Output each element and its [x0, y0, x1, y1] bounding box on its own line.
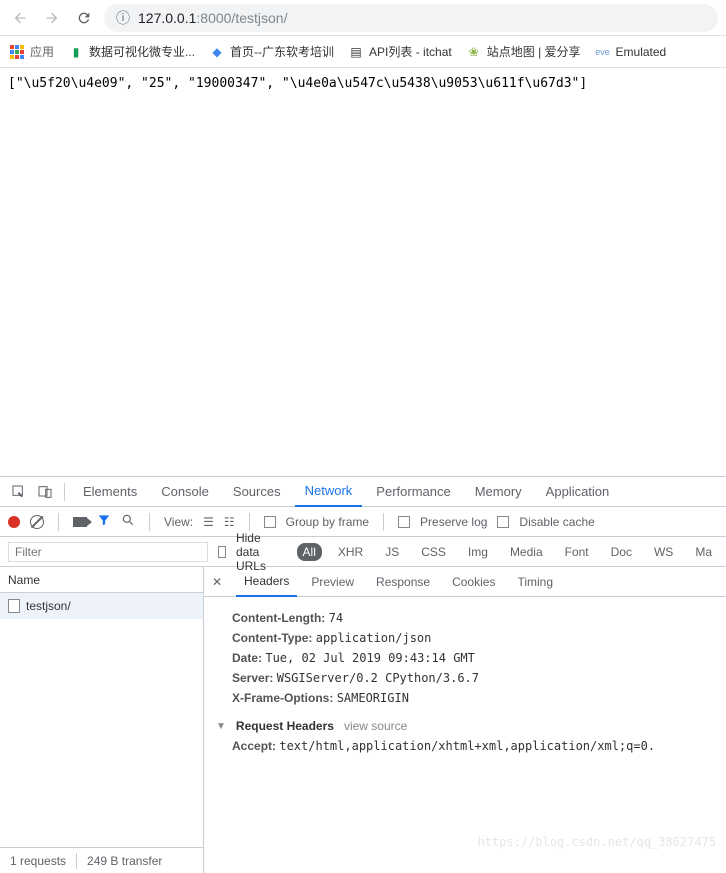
filter-img[interactable]: Img	[462, 543, 494, 561]
url-bar[interactable]: ⓘ 127.0.0.1:8000/testjson/	[104, 4, 718, 32]
header-row: Content-Type: application/json	[232, 631, 714, 645]
requests-panel: Name testjson/ 1 requests 249 B transfer	[0, 567, 204, 873]
tab-preview[interactable]: Preview	[303, 567, 362, 597]
bookmark-icon: ◆	[209, 44, 225, 60]
filter-icon[interactable]	[97, 513, 111, 530]
bookmark-item[interactable]: ❀站点地图 | 爱分享	[466, 43, 581, 60]
header-row: X-Frame-Options: SAMEORIGIN	[232, 691, 714, 705]
tab-timing[interactable]: Timing	[509, 567, 561, 597]
search-icon[interactable]	[121, 513, 135, 530]
filter-all[interactable]: All	[297, 543, 322, 561]
disable-label: Disable cache	[519, 515, 594, 529]
filter-media[interactable]: Media	[504, 543, 549, 561]
filter-row: Hide data URLs All XHR JS CSS Img Media …	[0, 537, 726, 567]
devtools-body: Name testjson/ 1 requests 249 B transfer…	[0, 567, 726, 873]
bookmark-item[interactable]: eveEmulated	[595, 44, 667, 60]
tab-application[interactable]: Application	[536, 477, 620, 507]
devtools-tabs: Elements Console Sources Network Perform…	[0, 477, 726, 507]
header-row: Content-Length: 74	[232, 611, 714, 625]
bookmark-icon: ▮	[68, 44, 84, 60]
close-icon[interactable]: ✕	[212, 575, 230, 589]
info-icon: ⓘ	[116, 8, 130, 28]
watermark: https://blog.csdn.net/qq_38627475	[478, 835, 716, 849]
tab-console[interactable]: Console	[151, 477, 219, 507]
request-name: testjson/	[26, 599, 71, 613]
url-text: 127.0.0.1:8000/testjson/	[138, 10, 287, 26]
record-button[interactable]	[8, 516, 20, 528]
filter-doc[interactable]: Doc	[605, 543, 638, 561]
detail-tabs: ✕ Headers Preview Response Cookies Timin…	[204, 567, 726, 597]
tab-sources[interactable]: Sources	[223, 477, 291, 507]
apps-button[interactable]: 应用	[10, 43, 54, 60]
inspect-icon[interactable]	[8, 481, 30, 503]
apps-icon	[10, 45, 24, 59]
header-row: Server: WSGIServer/0.2 CPython/3.6.7	[232, 671, 714, 685]
tab-response[interactable]: Response	[368, 567, 438, 597]
network-toolbar: View: ☰ ☷ Group by frame Preserve log Di…	[0, 507, 726, 537]
tab-cookies[interactable]: Cookies	[444, 567, 503, 597]
bookmark-item[interactable]: ▮数据可视化微专业...	[68, 43, 195, 60]
details-panel: ✕ Headers Preview Response Cookies Timin…	[204, 567, 726, 873]
bookmark-item[interactable]: ▤API列表 - itchat	[348, 43, 452, 60]
bookmarks-bar: 应用 ▮数据可视化微专业... ◆首页--广东软考培训 ▤API列表 - itc…	[0, 36, 726, 68]
header-row: Accept: text/html,application/xhtml+xml,…	[232, 739, 714, 753]
view-label: View:	[164, 515, 193, 529]
reload-button[interactable]	[72, 6, 96, 30]
page-body: ["\u5f20\u4e09", "25", "19000347", "\u4e…	[0, 68, 726, 99]
tab-performance[interactable]: Performance	[366, 477, 460, 507]
device-toggle-icon[interactable]	[34, 481, 56, 503]
book-icon: ▤	[348, 44, 364, 60]
bookmark-icon: eve	[595, 44, 611, 60]
status-bar: 1 requests 249 B transfer	[0, 847, 203, 873]
browser-nav-bar: ⓘ 127.0.0.1:8000/testjson/	[0, 0, 726, 36]
filter-ma[interactable]: Ma	[689, 543, 718, 561]
tab-headers[interactable]: Headers	[236, 567, 297, 597]
filter-xhr[interactable]: XHR	[332, 543, 369, 561]
name-column-header[interactable]: Name	[0, 567, 203, 593]
screenshot-icon[interactable]	[73, 517, 87, 527]
apps-label: 应用	[30, 43, 54, 60]
filter-font[interactable]: Font	[559, 543, 595, 561]
filter-ws[interactable]: WS	[648, 543, 679, 561]
group-checkbox[interactable]	[264, 516, 276, 528]
bookmark-item[interactable]: ◆首页--广东软考培训	[209, 43, 334, 60]
filter-input[interactable]	[8, 542, 208, 562]
forward-button[interactable]	[40, 6, 64, 30]
clear-button[interactable]	[30, 515, 44, 529]
back-button[interactable]	[8, 6, 32, 30]
request-row[interactable]: testjson/	[0, 593, 203, 619]
bookmark-icon: ❀	[466, 44, 482, 60]
header-row: Date: Tue, 02 Jul 2019 09:43:14 GMT	[232, 651, 714, 665]
tab-network[interactable]: Network	[295, 477, 363, 507]
file-icon	[8, 599, 20, 613]
preserve-label: Preserve log	[420, 515, 487, 529]
devtools-panel: Elements Console Sources Network Perform…	[0, 476, 726, 873]
filter-js[interactable]: JS	[379, 543, 405, 561]
chevron-down-icon: ▼	[216, 721, 226, 732]
view-source-link[interactable]: view source	[344, 719, 407, 733]
tab-elements[interactable]: Elements	[73, 477, 147, 507]
requests-count: 1 requests	[10, 854, 66, 868]
transfer-size: 249 B transfer	[87, 854, 162, 868]
request-headers-section[interactable]: ▼ Request Headers view source	[216, 719, 714, 733]
tab-memory[interactable]: Memory	[465, 477, 532, 507]
group-label: Group by frame	[286, 515, 369, 529]
large-rows-icon[interactable]: ☰	[203, 515, 214, 529]
headers-content: Content-Length: 74 Content-Type: applica…	[204, 597, 726, 873]
disable-cache-checkbox[interactable]	[497, 516, 509, 528]
filter-css[interactable]: CSS	[415, 543, 452, 561]
waterfall-icon[interactable]: ☷	[224, 515, 235, 529]
hide-urls-checkbox[interactable]	[218, 546, 226, 558]
preserve-checkbox[interactable]	[398, 516, 410, 528]
